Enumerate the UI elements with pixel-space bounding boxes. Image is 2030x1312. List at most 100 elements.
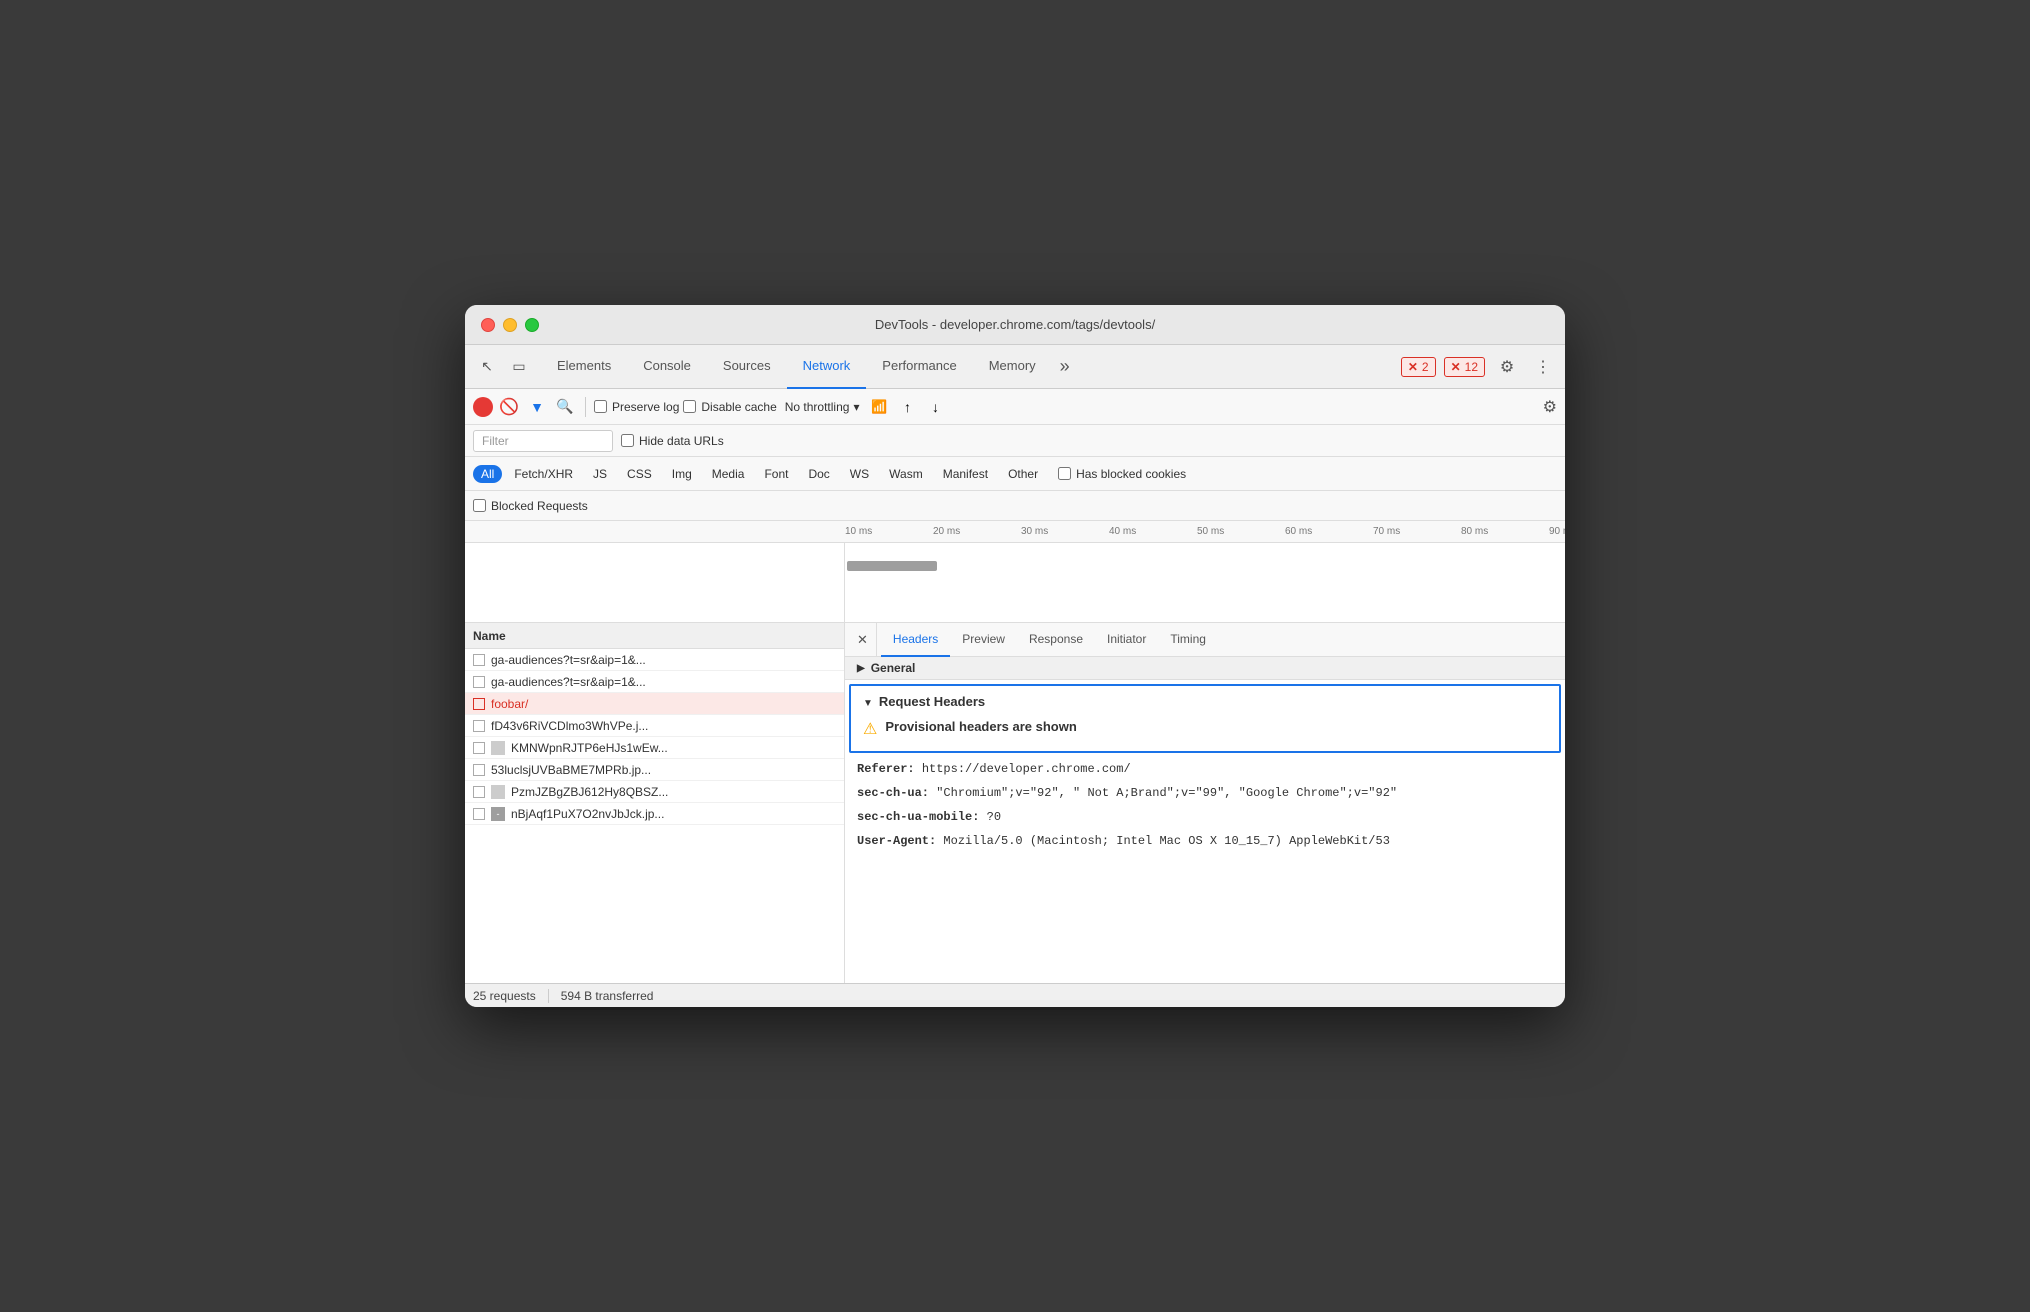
request-name: nBjAqf1PuX7O2nvJbJck.jp...	[511, 807, 836, 821]
timeline-right	[845, 543, 1565, 622]
header-name: Referer:	[857, 762, 915, 776]
error-count: 2	[1422, 360, 1429, 374]
request-checkbox[interactable]	[473, 676, 485, 688]
type-btn-js[interactable]: JS	[585, 465, 615, 483]
title-bar: DevTools - developer.chrome.com/tags/dev…	[465, 305, 1565, 345]
error-x-icon: ✕	[1408, 360, 1418, 374]
hide-data-urls-toggle[interactable]: Hide data URLs	[621, 434, 724, 448]
disable-cache-checkbox[interactable]	[683, 400, 696, 413]
clear-icon[interactable]: 🚫	[497, 395, 521, 419]
cursor-icon[interactable]: ↖	[473, 353, 501, 381]
timeline-left	[465, 543, 845, 622]
details-panel: ✕ Headers Preview Response Initiator Tim…	[845, 623, 1565, 983]
disable-cache-label: Disable cache	[701, 400, 776, 414]
nav-icons: ↖ ▭	[473, 353, 533, 381]
request-name: fD43v6RiVCDlmo3WhVPe.j...	[491, 719, 836, 733]
type-btn-fetch-xhr[interactable]: Fetch/XHR	[506, 465, 581, 483]
timeline-bar	[847, 561, 937, 571]
request-checkbox[interactable]	[473, 764, 485, 776]
blocked-requests-toggle[interactable]: Blocked Requests	[473, 499, 588, 513]
tab-elements[interactable]: Elements	[541, 345, 627, 389]
header-value: ?0	[987, 810, 1001, 824]
search-icon[interactable]: 🔍	[553, 395, 577, 419]
throttle-label: No throttling	[785, 400, 850, 414]
request-checkbox[interactable]	[473, 720, 485, 732]
type-btn-media[interactable]: Media	[704, 465, 753, 483]
filter-input[interactable]	[473, 430, 613, 452]
detail-tab-timing[interactable]: Timing	[1158, 623, 1218, 657]
upload-icon[interactable]: ↑	[895, 395, 919, 419]
tab-console[interactable]: Console	[627, 345, 707, 389]
timeline-ruler: 10 ms 20 ms 30 ms 40 ms 50 ms 60 ms 70 m…	[465, 521, 1565, 543]
header-name: User-Agent:	[857, 834, 936, 848]
tab-network[interactable]: Network	[787, 345, 867, 389]
tab-memory[interactable]: Memory	[973, 345, 1052, 389]
header-name: sec-ch-ua:	[857, 786, 929, 800]
download-icon[interactable]: ↓	[923, 395, 947, 419]
type-btn-img[interactable]: Img	[664, 465, 700, 483]
type-btn-other[interactable]: Other	[1000, 465, 1046, 483]
has-blocked-cookies-group: Has blocked cookies	[1058, 467, 1186, 481]
tab-performance[interactable]: Performance	[866, 345, 972, 389]
warn-badge[interactable]: ✕ 12	[1444, 357, 1485, 377]
preserve-log-checkbox[interactable]	[594, 400, 607, 413]
detail-tab-response[interactable]: Response	[1017, 623, 1095, 657]
request-checkbox[interactable]	[473, 808, 485, 820]
filter-icon[interactable]: ▼	[525, 395, 549, 419]
tab-sources[interactable]: Sources	[707, 345, 787, 389]
device-icon[interactable]: ▭	[505, 353, 533, 381]
request-name: 53luclsjUVBaBME7MPRb.jp...	[491, 763, 836, 777]
request-item[interactable]: fD43v6RiVCDlmo3WhVPe.j...	[465, 715, 844, 737]
type-btn-manifest[interactable]: Manifest	[935, 465, 996, 483]
network-settings-icon[interactable]: ⚙	[1543, 397, 1557, 417]
status-divider	[548, 989, 549, 1003]
detail-tab-headers[interactable]: Headers	[881, 623, 950, 657]
detail-tab-preview[interactable]: Preview	[950, 623, 1017, 657]
tick-10ms: 10 ms	[845, 526, 933, 537]
type-btn-ws[interactable]: WS	[842, 465, 877, 483]
close-details-button[interactable]: ✕	[853, 623, 877, 657]
type-btn-doc[interactable]: Doc	[800, 465, 837, 483]
close-button[interactable]	[481, 318, 495, 332]
tick-30ms: 30 ms	[1021, 526, 1109, 537]
hide-data-urls-checkbox[interactable]	[621, 434, 634, 447]
type-btn-css[interactable]: CSS	[619, 465, 660, 483]
request-item[interactable]: - nBjAqf1PuX7O2nvJbJck.jp...	[465, 803, 844, 825]
request-checkbox[interactable]	[473, 786, 485, 798]
name-column-header: Name	[473, 629, 506, 643]
request-item[interactable]: PzmJZBgZBJ612Hy8QBSZ...	[465, 781, 844, 803]
has-blocked-cookies-checkbox[interactable]	[1058, 467, 1071, 480]
request-name-foobar: foobar/	[491, 697, 836, 711]
request-checkbox[interactable]	[473, 698, 485, 710]
tab-actions: ✕ 2 ✕ 12 ⚙ ⋮	[1401, 353, 1557, 381]
request-checkbox[interactable]	[473, 742, 485, 754]
tab-more[interactable]: »	[1052, 345, 1078, 389]
type-btn-wasm[interactable]: Wasm	[881, 465, 931, 483]
request-item[interactable]: ga-audiences?t=sr&aip=1&...	[465, 649, 844, 671]
minimize-button[interactable]	[503, 318, 517, 332]
request-item-foobar[interactable]: foobar/	[465, 693, 844, 715]
image-icon	[491, 741, 505, 755]
type-btn-all[interactable]: All	[473, 465, 502, 483]
request-item[interactable]: ga-audiences?t=sr&aip=1&...	[465, 671, 844, 693]
wifi-icon[interactable]: 📶	[867, 395, 891, 419]
general-section-header[interactable]: ▶ General	[845, 657, 1565, 680]
tick-70ms: 70 ms	[1373, 526, 1461, 537]
request-item[interactable]: 53luclsjUVBaBME7MPRb.jp...	[465, 759, 844, 781]
blocked-requests-checkbox[interactable]	[473, 499, 486, 512]
maximize-button[interactable]	[525, 318, 539, 332]
error-badge[interactable]: ✕ 2	[1401, 357, 1436, 377]
tick-90ms: 90 ms	[1549, 526, 1565, 537]
request-checkbox[interactable]	[473, 654, 485, 666]
disable-cache-toggle[interactable]: Disable cache	[683, 400, 776, 414]
preserve-log-toggle[interactable]: Preserve log	[594, 400, 679, 414]
detail-tab-initiator[interactable]: Initiator	[1095, 623, 1158, 657]
more-options-icon[interactable]: ⋮	[1529, 353, 1557, 381]
type-btn-font[interactable]: Font	[756, 465, 796, 483]
header-row-sec-ch-ua: sec-ch-ua: "Chromium";v="92", " Not A;Br…	[845, 781, 1565, 805]
record-button[interactable]	[473, 397, 493, 417]
settings-gear-icon[interactable]: ⚙	[1493, 353, 1521, 381]
tab-list: Elements Console Sources Network Perform…	[541, 345, 1401, 389]
throttle-select[interactable]: No throttling ▾	[781, 398, 864, 416]
request-item[interactable]: KMNWpnRJTP6eHJs1wEw...	[465, 737, 844, 759]
